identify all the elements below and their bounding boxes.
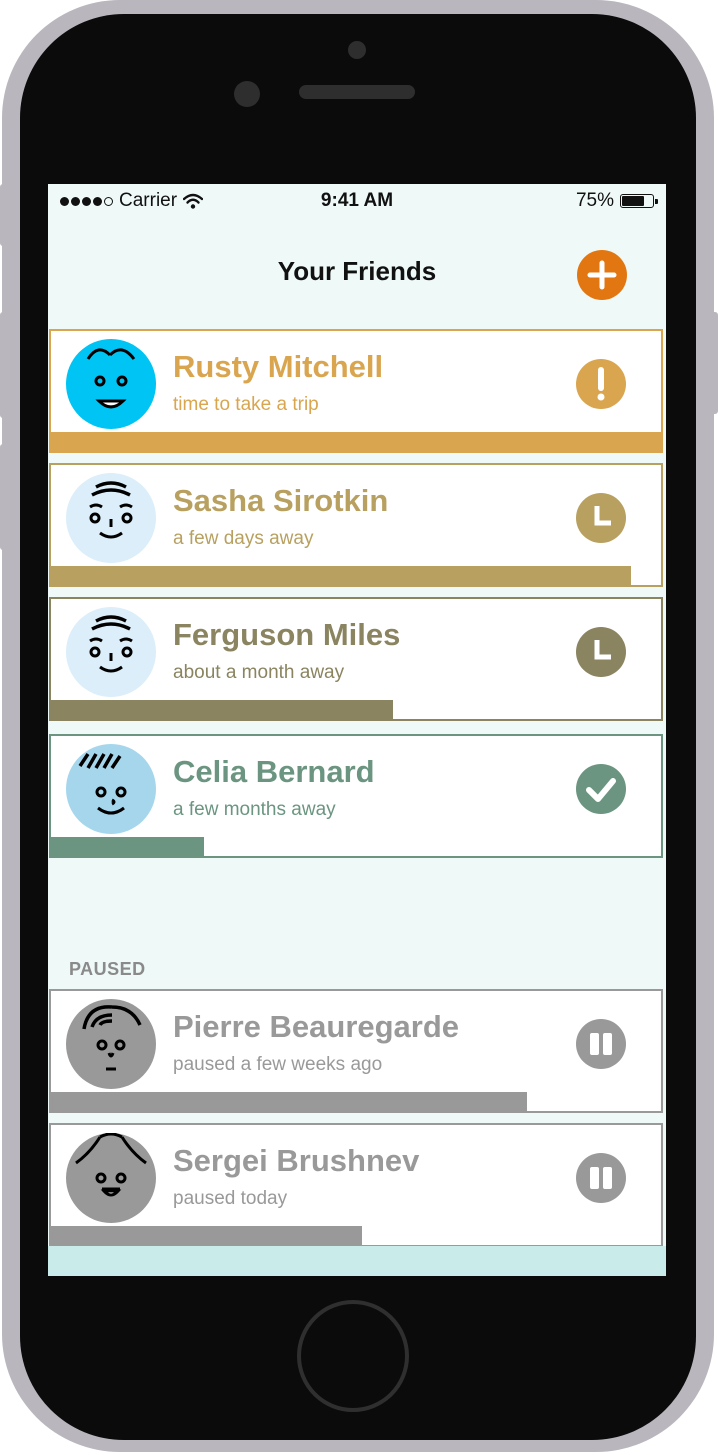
progress-bar <box>51 566 661 585</box>
friend-name: Sasha Sirotkin <box>173 482 389 518</box>
battery-percent: 75% <box>575 190 614 211</box>
front-camera-icon <box>348 41 366 59</box>
friend-name: Rusty Mitchell <box>173 348 384 384</box>
friend-subtitle: about a month away <box>173 661 345 683</box>
progress-fill <box>51 1226 363 1245</box>
progress-bar <box>51 1226 661 1245</box>
check-icon[interactable] <box>576 763 626 814</box>
app-screen: Carrier 9:41 AM 75% Your Friends Rusty M… <box>48 184 666 1276</box>
friend-subtitle: paused a few weeks ago <box>173 1053 383 1075</box>
friend-subtitle: a few days away <box>173 527 314 549</box>
progress-bar <box>51 837 661 856</box>
progress-fill <box>51 1092 527 1111</box>
progress-bar <box>51 1092 661 1111</box>
friend-card[interactable]: Celia Bernard a few months away <box>49 734 663 858</box>
friend-subtitle: time to take a trip <box>173 393 319 415</box>
avatar <box>66 743 156 834</box>
status-bar: Carrier 9:41 AM 75% <box>48 184 666 220</box>
avatar <box>66 606 156 697</box>
status-time: 9:41 AM <box>320 190 394 211</box>
avatar <box>66 1132 156 1223</box>
volume-up-button <box>0 312 6 418</box>
avatar <box>66 472 156 563</box>
plus-icon <box>587 260 617 290</box>
friend-card[interactable]: Ferguson Miles about a month away <box>49 597 663 721</box>
progress-bar <box>51 700 661 719</box>
friend-name: Ferguson Miles <box>173 616 401 652</box>
mute-switch <box>0 184 6 246</box>
progress-fill <box>51 837 204 856</box>
volume-down-button <box>0 444 6 550</box>
earpiece-speaker <box>299 85 415 99</box>
avatar <box>66 338 156 429</box>
friend-card[interactable]: Rusty Mitchell time to take a trip <box>49 329 663 453</box>
clock-icon[interactable] <box>576 626 626 677</box>
bottom-background <box>48 1246 666 1276</box>
friend-card[interactable]: Sergei Brushnev paused today <box>49 1123 663 1247</box>
paused-section-header: PAUSED <box>69 959 146 979</box>
pause-icon[interactable] <box>576 1018 626 1069</box>
friend-name: Celia Bernard <box>173 753 375 789</box>
add-friend-button[interactable] <box>577 250 627 300</box>
friend-subtitle: paused today <box>173 1187 288 1209</box>
clock-icon[interactable] <box>576 492 626 543</box>
power-button <box>710 312 718 414</box>
exclamation-icon[interactable] <box>576 358 626 409</box>
friend-name: Pierre Beauregarde <box>173 1008 460 1044</box>
friend-name: Sergei Brushnev <box>173 1142 420 1178</box>
friend-card[interactable]: Pierre Beauregarde paused a few weeks ago <box>49 989 663 1113</box>
navigation-bar: Your Friends <box>48 220 666 326</box>
home-button[interactable] <box>297 1300 409 1412</box>
proximity-sensor-icon <box>234 81 260 107</box>
progress-bar <box>51 432 661 451</box>
avatar <box>66 998 156 1089</box>
progress-fill <box>51 700 393 719</box>
friend-card[interactable]: Sasha Sirotkin a few days away <box>49 463 663 587</box>
progress-fill <box>51 432 661 451</box>
battery-icon <box>620 194 658 208</box>
friend-subtitle: a few months away <box>173 798 336 820</box>
pause-icon[interactable] <box>576 1152 626 1203</box>
progress-fill <box>51 566 631 585</box>
page-title: Your Friends <box>277 256 437 286</box>
